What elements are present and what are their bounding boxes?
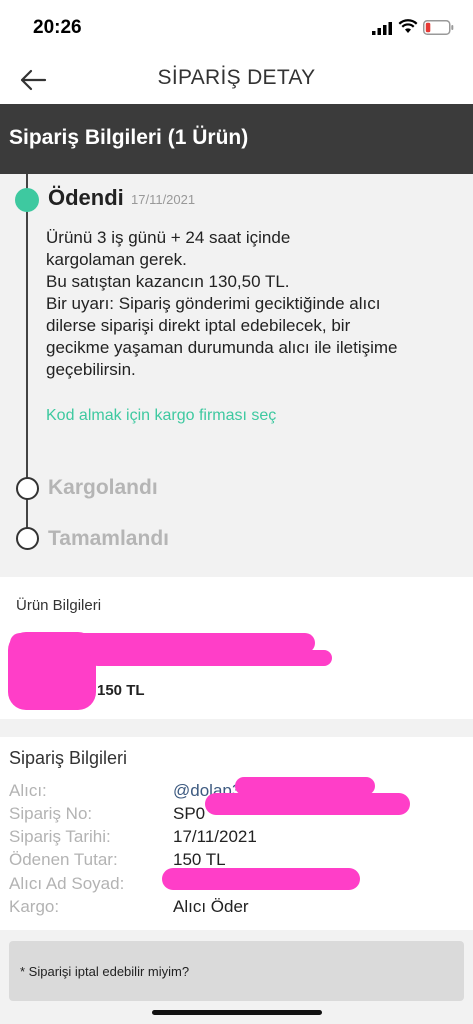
redacted-buyer-name bbox=[162, 868, 360, 890]
instruction-line: Ürünü 3 iş günü + 24 saat içinde bbox=[46, 228, 291, 247]
step-pending-indicator bbox=[16, 527, 39, 550]
product-price: 150 TL bbox=[97, 682, 145, 699]
step-paid-date: 17/11/2021 bbox=[131, 192, 196, 207]
order-info-header: Sipariş Bilgileri (1 Ürün) bbox=[0, 104, 473, 174]
step-completed-title: Tamamlandı bbox=[48, 527, 169, 550]
step-completed-indicator bbox=[15, 188, 39, 212]
wifi-icon bbox=[398, 19, 418, 33]
cellular-signal-icon bbox=[372, 22, 392, 35]
order-number-value: SP0 bbox=[173, 804, 206, 823]
paid-amount-label: Ödenen Tutar: bbox=[9, 850, 118, 869]
order-date-label: Sipariş Tarihi: bbox=[9, 827, 111, 846]
order-status-timeline: Ödendi 17/11/2021 Ürünü 3 iş günü + 24 s… bbox=[0, 174, 473, 568]
step-shipped-title: Kargolandı bbox=[48, 476, 158, 499]
instruction-line: geçebilirsin. bbox=[46, 360, 136, 379]
instruction-line: kargolaman gerek. bbox=[46, 250, 187, 269]
redacted-product-name bbox=[90, 650, 332, 666]
status-bar: 20:26 bbox=[0, 0, 473, 56]
order-date-value: 17/11/2021 bbox=[173, 827, 257, 846]
faq-cancel-question[interactable]: * Siparişi iptal edebilir miyim? bbox=[20, 964, 189, 979]
step-paid-title: Ödendi bbox=[48, 185, 124, 210]
home-indicator[interactable] bbox=[152, 1010, 322, 1015]
order-details-card: Sipariş Bilgileri Alıcı: @dolap3 Sipariş… bbox=[0, 737, 473, 930]
order-info-header-title: Sipariş Bilgileri (1 Ürün) bbox=[9, 126, 249, 149]
select-cargo-company-link[interactable]: Kod almak için kargo firması seç bbox=[46, 407, 276, 425]
navigation-bar: SİPARİŞ DETAY bbox=[0, 56, 473, 104]
step-pending-indicator bbox=[16, 477, 39, 500]
faq-section[interactable]: * Siparişi iptal edebilir miyim? bbox=[9, 941, 464, 1001]
battery-low-icon bbox=[423, 20, 454, 35]
instruction-line: gecikme yaşaman durumunda alıcı ile ilet… bbox=[46, 338, 398, 357]
shipping-instructions: Ürünü 3 iş günü + 24 saat içinde kargola… bbox=[46, 227, 456, 381]
order-number-label: Sipariş No: bbox=[9, 804, 93, 823]
paid-amount-value: 150 TL bbox=[173, 850, 226, 869]
instruction-line: Bu satıştan kazancın 130,50 TL. bbox=[46, 272, 290, 291]
cargo-value: Alıcı Öder bbox=[173, 897, 249, 916]
status-time: 20:26 bbox=[33, 17, 82, 38]
product-info-card: Ürün Bilgileri 150 TL bbox=[0, 577, 473, 719]
page-title: SİPARİŞ DETAY bbox=[157, 66, 316, 89]
buyer-full-name-label: Alıcı Ad Soyad: bbox=[9, 874, 125, 893]
instruction-line: dilerse siparişi direkt iptal edebilecek… bbox=[46, 316, 351, 335]
instruction-line: Bir uyarı: Sipariş gönderimi geciktiğind… bbox=[46, 294, 381, 313]
order-details-title: Sipariş Bilgileri bbox=[9, 748, 128, 768]
buyer-label: Alıcı: bbox=[9, 781, 47, 800]
cargo-label: Kargo: bbox=[9, 897, 60, 916]
redacted-order-number bbox=[205, 793, 410, 815]
product-info-label: Ürün Bilgileri bbox=[16, 597, 102, 614]
